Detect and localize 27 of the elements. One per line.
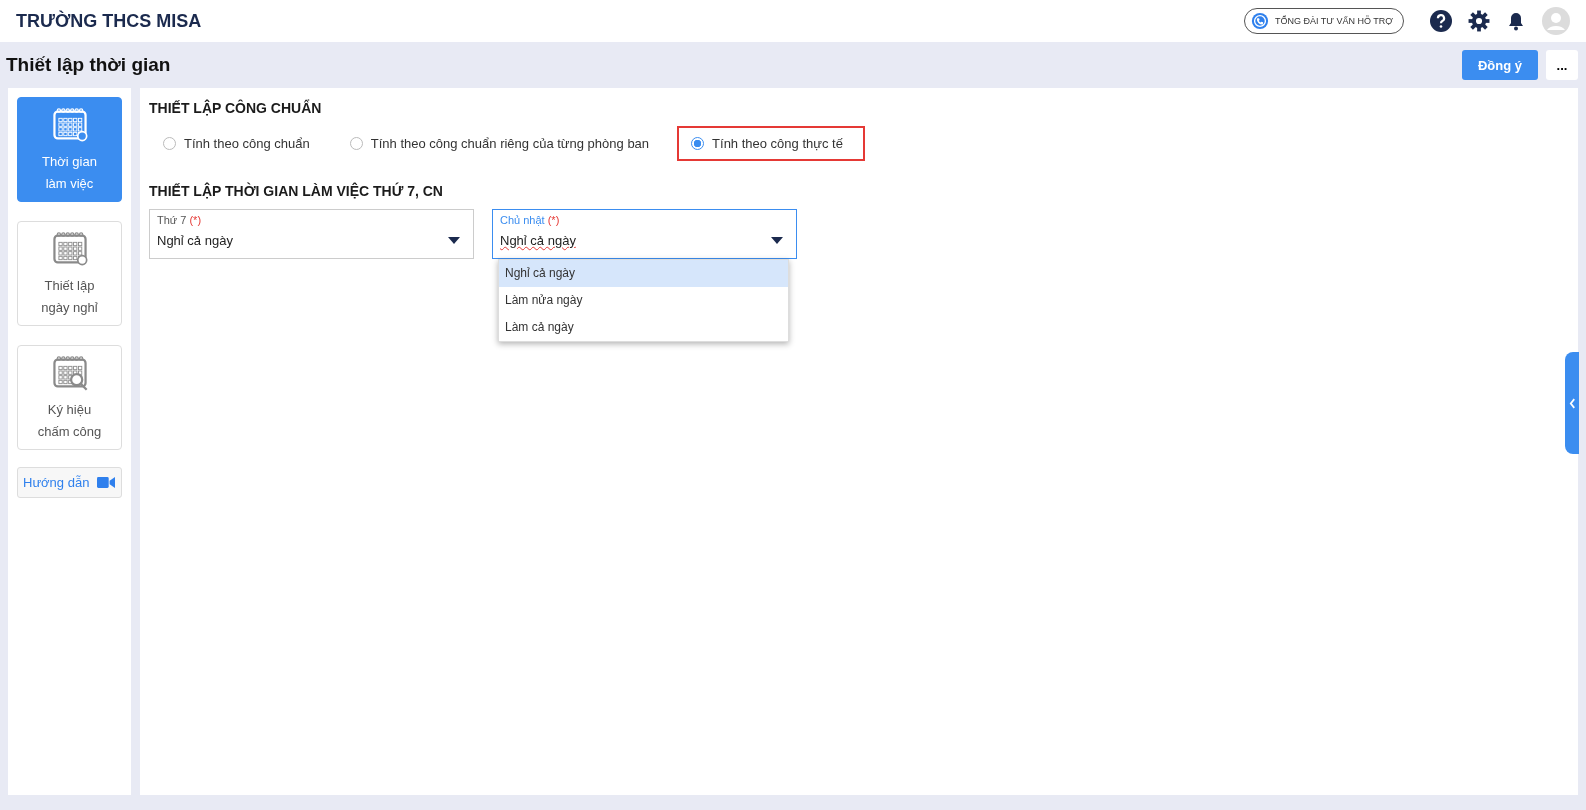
radio-option[interactable]: Tính theo công chuẩn: [151, 126, 322, 161]
dropdown-option[interactable]: Nghỉ cả ngày: [499, 260, 788, 287]
dropdown-option[interactable]: Làm nửa ngày: [499, 287, 788, 314]
phone-icon: [1250, 12, 1269, 30]
caret-icon: [448, 236, 460, 245]
select-field[interactable]: Thứ 7 (*) Nghỉ cả ngày: [149, 209, 474, 259]
help-icon: [1430, 10, 1452, 32]
settings-icon: [1468, 10, 1490, 32]
radio-option[interactable]: Tính theo công chuẩn riêng của từng phòng ban: [337, 126, 662, 161]
collapse-tab[interactable]: [1565, 352, 1579, 454]
school-name: TRƯỜNG THCS MISA: [16, 10, 202, 32]
highlighted-radio-option[interactable]: Tính theo công thực tế: [677, 126, 865, 161]
sidebar-item[interactable]: Ký hiệu chấm công: [17, 345, 122, 450]
more-button[interactable]: ...: [1546, 50, 1578, 80]
select-field[interactable]: Chủ nhật (*) Nghỉ cả ngày: [492, 209, 797, 259]
guide-button[interactable]: Hướng dẫn: [17, 467, 122, 498]
chevron-left-icon: [1568, 397, 1576, 409]
page-title: Thiết lập thời gian: [6, 54, 171, 76]
section-title: THIẾT LẬP THỜI GIAN LÀM VIỆC THỨ 7, CN: [149, 183, 444, 199]
dropdown-option[interactable]: Làm cả ngày: [499, 314, 788, 341]
avatar-icon: [1542, 7, 1570, 35]
bell-icon: [1506, 10, 1526, 32]
support-button[interactable]: TỔNG ĐÀI TƯ VẤN HỖ TRỢ: [1243, 8, 1404, 34]
section-title: THIẾT LẬP CÔNG CHUẨN: [149, 100, 323, 116]
video-camera-icon: [97, 476, 116, 489]
sidebar-item[interactable]: Thiết lập ngày nghỉ: [17, 221, 122, 326]
caret-icon: [771, 236, 783, 245]
